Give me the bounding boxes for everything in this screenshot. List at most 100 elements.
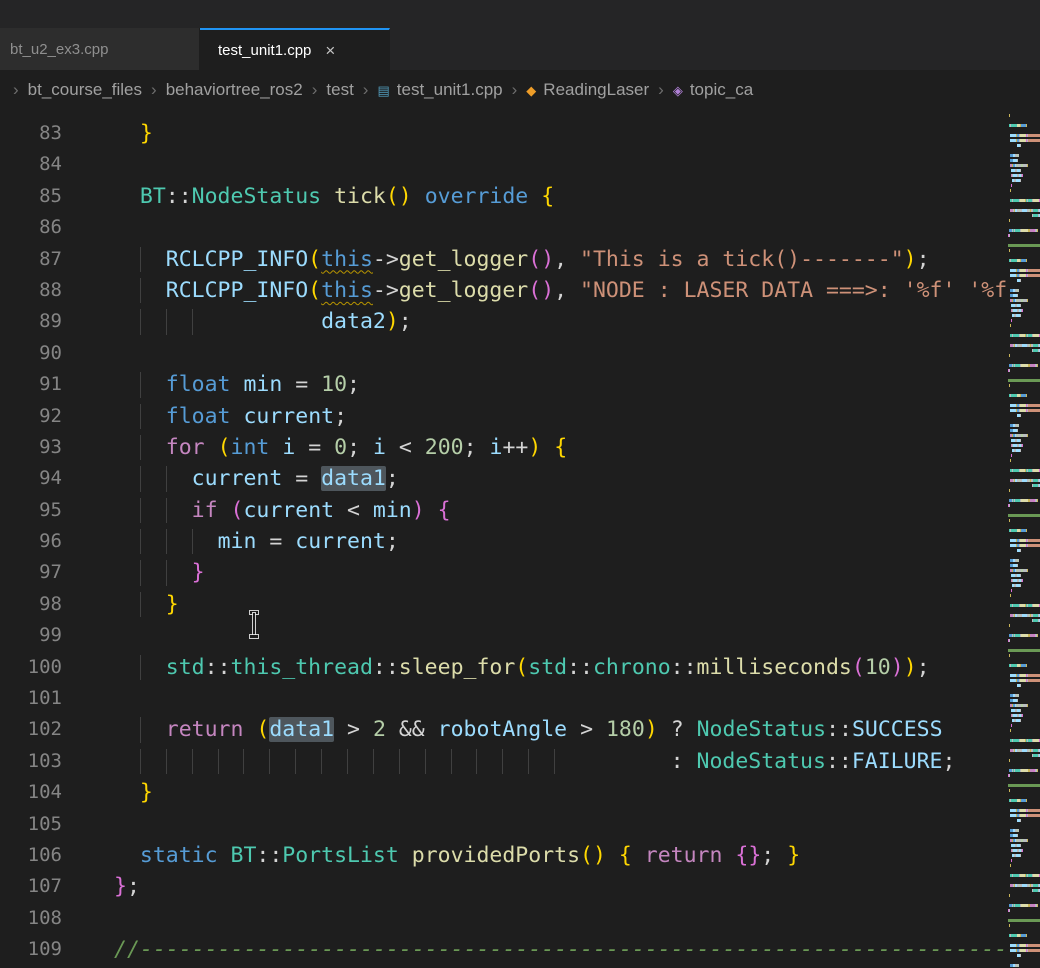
code-line[interactable]: 93 for (int i = 0; i < 200; i++) {	[0, 432, 1008, 463]
code-line[interactable]: 106 static BT::PortsList providedPorts()…	[0, 840, 1008, 871]
code-line[interactable]: 101	[0, 683, 1008, 714]
line-number[interactable]: 94	[0, 463, 62, 494]
line-number[interactable]: 89	[0, 306, 62, 337]
line-number[interactable]: 83	[0, 118, 62, 149]
code-line[interactable]: 91 float min = 10;	[0, 369, 1008, 400]
line-number[interactable]: 88	[0, 275, 62, 306]
line-number[interactable]: 99	[0, 620, 62, 651]
minimap-token	[1018, 964, 1019, 967]
code-line[interactable]: 100 std::this_thread::sleep_for(std::chr…	[0, 652, 1008, 683]
minimap-line	[1008, 299, 1040, 302]
line-number[interactable]: 95	[0, 495, 62, 526]
breadcrumb-item[interactable]: test	[326, 80, 353, 100]
tab-label: bt_u2_ex3.cpp	[10, 41, 108, 58]
line-number[interactable]: 98	[0, 589, 62, 620]
tab-test-unit1-cpp[interactable]: test_unit1.cpp ×	[200, 28, 390, 70]
code-line[interactable]: 84	[0, 149, 1008, 180]
line-number[interactable]: 92	[0, 401, 62, 432]
line-number[interactable]: 105	[0, 809, 62, 840]
minimap-line	[1008, 359, 1040, 362]
minimap[interactable]	[1008, 110, 1040, 968]
code-line[interactable]: 109//-----------------------------------…	[0, 934, 1008, 965]
code-area[interactable]: 83 }8485 BT::NodeStatus tick() override …	[0, 110, 1008, 968]
code-line[interactable]: 89 data2);	[0, 306, 1008, 337]
line-number[interactable]: 93	[0, 432, 62, 463]
line-number[interactable]: 87	[0, 244, 62, 275]
code-line[interactable]: 94 current = data1;	[0, 463, 1008, 494]
breadcrumb-item[interactable]: ◆ReadingLaser	[526, 80, 649, 100]
indent-guide	[554, 749, 555, 774]
line-number[interactable]: 100	[0, 652, 62, 683]
minimap-line	[1008, 734, 1040, 737]
tab-bt-u2-ex3-cpp[interactable]: bt_u2_ex3.cpp	[0, 28, 200, 70]
line-number[interactable]: 107	[0, 871, 62, 902]
breadcrumb-label: ReadingLaser	[543, 80, 649, 100]
code-line[interactable]: 97 }	[0, 557, 1008, 588]
line-number[interactable]: 90	[0, 338, 62, 369]
code-line[interactable]: 96 min = current;	[0, 526, 1008, 557]
minimap-line	[1008, 154, 1040, 157]
code-line[interactable]: 98 }	[0, 589, 1008, 620]
minimap-token	[1028, 409, 1040, 412]
code-line[interactable]: 108	[0, 903, 1008, 934]
code-line[interactable]: 95 if (current < min) {	[0, 495, 1008, 526]
code-line[interactable]: 103 : NodeStatus::FAILURE;	[0, 746, 1008, 777]
code-token: (	[218, 435, 231, 460]
line-number[interactable]: 103	[0, 746, 62, 777]
code-token: data2	[321, 309, 386, 334]
minimap-line	[1008, 654, 1040, 657]
minimap-token	[1009, 774, 1010, 777]
line-number[interactable]: 85	[0, 181, 62, 212]
code-line[interactable]: 86	[0, 212, 1008, 243]
breadcrumb-item[interactable]: behaviortree_ros2	[166, 80, 303, 100]
minimap-line	[1008, 634, 1040, 637]
code-line[interactable]: 92 float current;	[0, 401, 1008, 432]
breadcrumb-item[interactable]: ▤test_unit1.cpp	[377, 80, 502, 100]
minimap-line	[1008, 619, 1040, 622]
code-line[interactable]: 87 RCLCPP_INFO(this->get_logger(), "This…	[0, 244, 1008, 275]
minimap-line	[1008, 329, 1040, 332]
indent-guide	[347, 749, 348, 774]
code-token: ++	[502, 435, 528, 460]
code-line[interactable]: 102 return (data1 > 2 && robotAngle > 18…	[0, 714, 1008, 745]
code-line[interactable]: 85 BT::NodeStatus tick() override {	[0, 181, 1008, 212]
editor[interactable]: 83 }8485 BT::NodeStatus tick() override …	[0, 110, 1040, 968]
code-token: )	[891, 655, 904, 680]
line-number[interactable]: 96	[0, 526, 62, 557]
line-number[interactable]: 102	[0, 714, 62, 745]
cpp-file-icon: ▤	[377, 84, 389, 97]
minimap-line	[1008, 644, 1040, 647]
line-number[interactable]: 109	[0, 934, 62, 965]
line-number[interactable]: 97	[0, 557, 62, 588]
code-line[interactable]: 107};	[0, 871, 1008, 902]
minimap-line	[1008, 679, 1040, 682]
code-line[interactable]: 90	[0, 338, 1008, 369]
minimap-line	[1008, 859, 1040, 862]
code-line[interactable]: 104 }	[0, 777, 1008, 808]
line-number[interactable]: 108	[0, 903, 62, 934]
minimap-line	[1008, 524, 1040, 527]
code-token: ;	[386, 529, 399, 554]
line-number[interactable]: 106	[0, 840, 62, 871]
indent-guide	[243, 749, 244, 774]
close-icon[interactable]: ×	[325, 42, 335, 59]
line-number[interactable]: 84	[0, 149, 62, 180]
minimap-line	[1008, 244, 1040, 247]
minimap-line	[1008, 514, 1040, 517]
line-number[interactable]: 86	[0, 212, 62, 243]
breadcrumb-item[interactable]: bt_course_files	[28, 80, 142, 100]
minimap-line	[1008, 404, 1040, 407]
code-line[interactable]: 88 RCLCPP_INFO(this->get_logger(), "NODE…	[0, 275, 1008, 306]
minimap-line	[1008, 174, 1040, 177]
minimap-line	[1008, 179, 1040, 182]
code-line[interactable]: 83 }	[0, 118, 1008, 149]
code-line[interactable]: 105	[0, 809, 1008, 840]
line-number[interactable]: 101	[0, 683, 62, 714]
breadcrumb-item[interactable]: ◈topic_ca	[673, 80, 753, 100]
code-token: "This is a tick()-------"	[580, 247, 904, 272]
code-line[interactable]: 99	[0, 620, 1008, 651]
line-number[interactable]: 91	[0, 369, 62, 400]
line-number[interactable]: 104	[0, 777, 62, 808]
code-token: {}	[735, 843, 761, 868]
minimap-line	[1008, 639, 1040, 642]
